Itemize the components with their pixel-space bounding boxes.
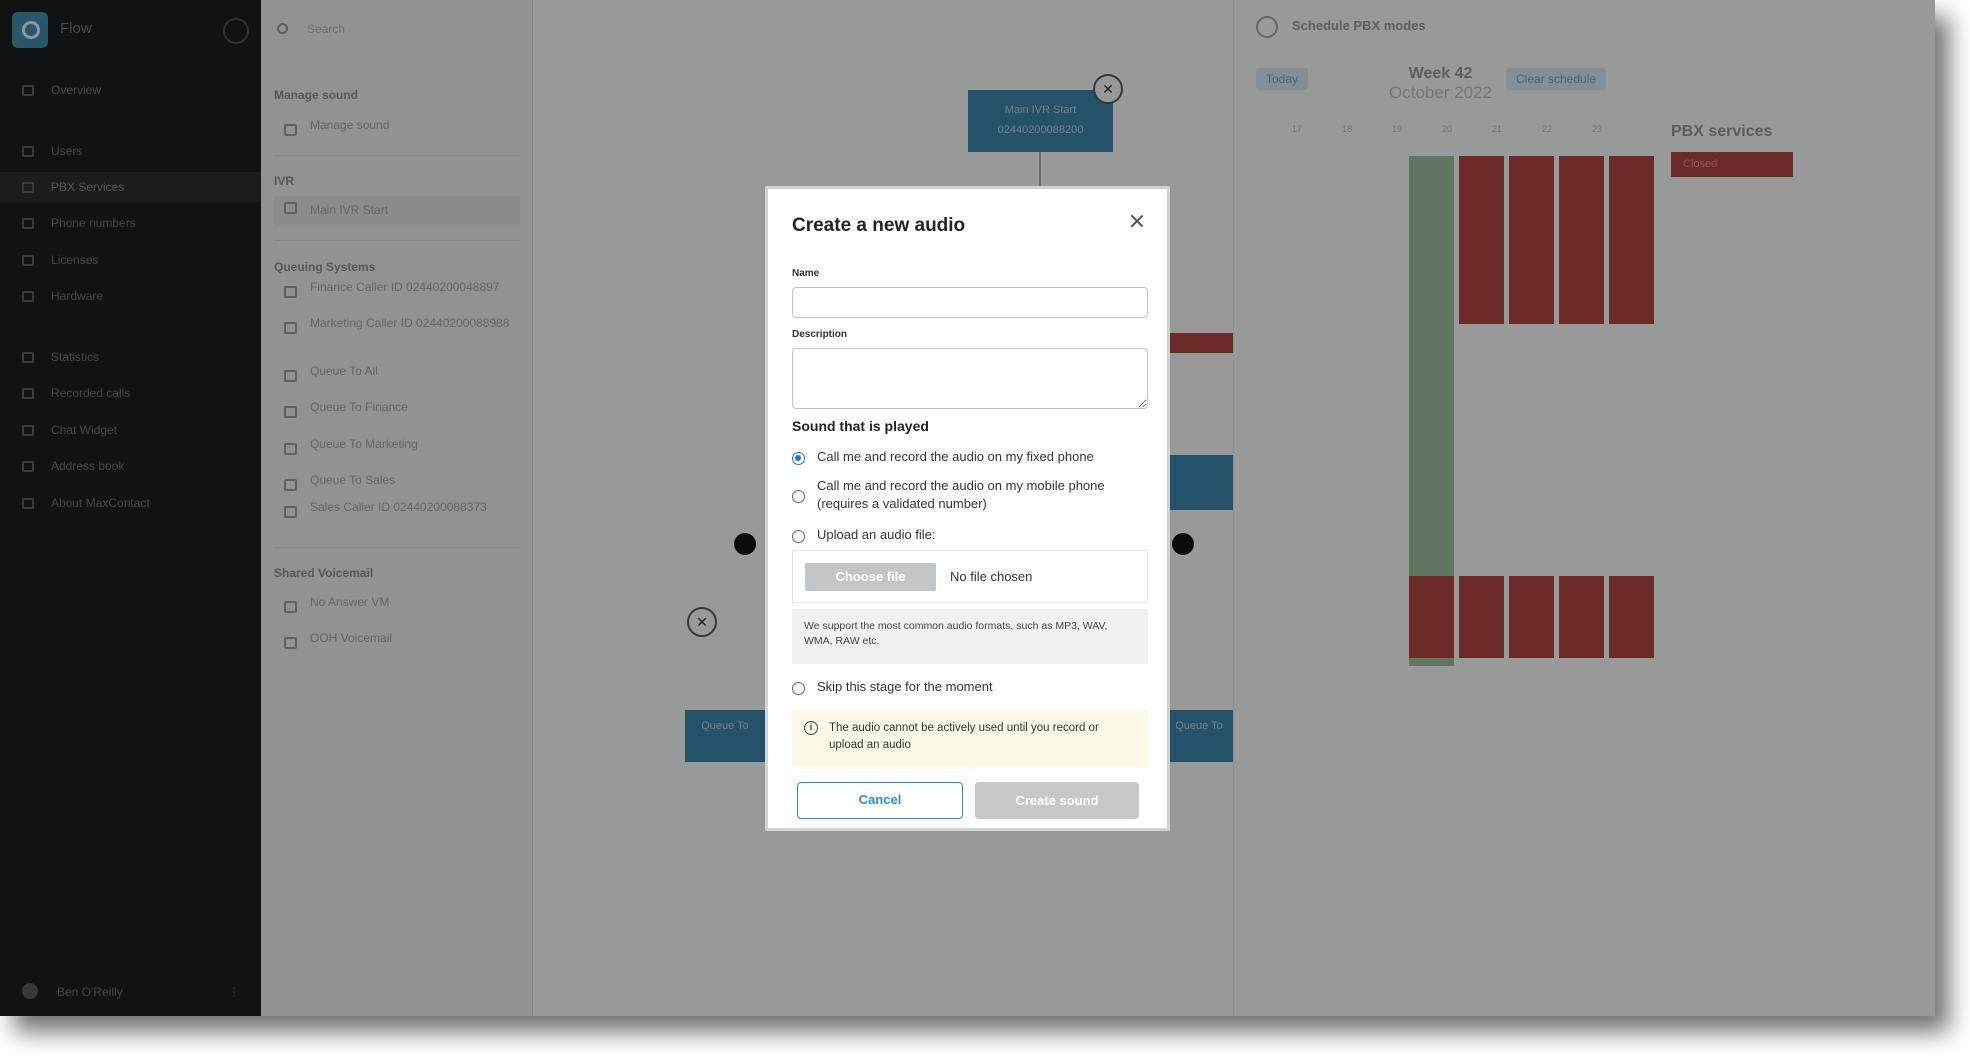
radio-mobile-phone[interactable] (792, 490, 805, 503)
radio-mobile-phone-label[interactable]: Call me and record the audio on my mobil… (817, 477, 1152, 513)
choose-file-button[interactable]: Choose file (805, 563, 936, 591)
create-audio-dialog: Create a new audio Name Description Soun… (765, 186, 1170, 831)
description-field[interactable] (792, 348, 1148, 409)
info-icon: i (804, 721, 818, 735)
close-icon[interactable] (1129, 213, 1145, 229)
name-field[interactable] (792, 287, 1148, 318)
notice-text: The audio cannot be actively used until … (829, 722, 1099, 751)
formats-hint: We support the most common audio formats… (792, 609, 1148, 664)
create-sound-button[interactable]: Create sound (975, 782, 1139, 819)
description-label: Description (792, 329, 848, 340)
radio-skip-label[interactable]: Skip this stage for the moment (817, 678, 1152, 696)
file-status: No file chosen (950, 569, 1033, 584)
radio-fixed-phone-label[interactable]: Call me and record the audio on my fixed… (817, 448, 1152, 466)
radio-fixed-phone[interactable] (792, 452, 805, 465)
name-label: Name (792, 268, 820, 279)
sound-section-title: Sound that is played (792, 418, 929, 434)
cancel-button[interactable]: Cancel (797, 782, 963, 819)
radio-upload-file[interactable] (792, 530, 805, 543)
radio-upload-file-label[interactable]: Upload an audio file: (817, 526, 1152, 544)
file-upload-box: Choose file No file chosen (792, 550, 1148, 603)
info-notice: i The audio cannot be actively used unti… (792, 710, 1148, 767)
app-window: Flow Overview Users PBX Services Phone n… (0, 0, 1935, 1016)
dialog-title: Create a new audio (792, 215, 966, 236)
radio-skip[interactable] (792, 682, 805, 695)
